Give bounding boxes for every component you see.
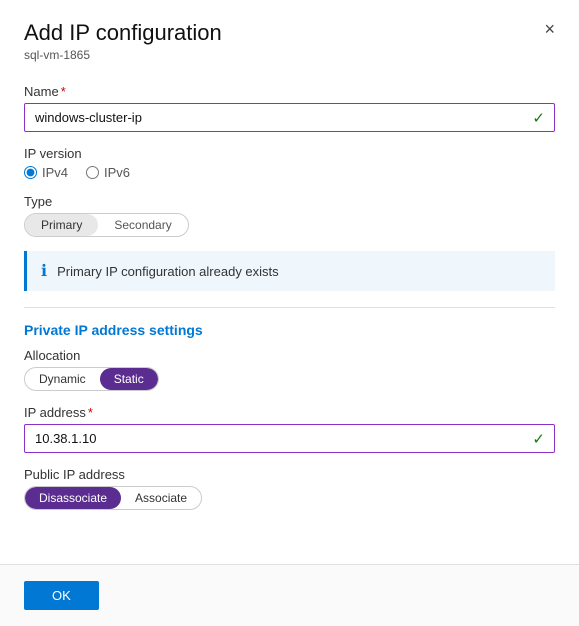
ok-button[interactable]: OK: [24, 581, 99, 610]
public-ip-disassociate-button[interactable]: Disassociate: [25, 487, 121, 509]
type-secondary-button[interactable]: Secondary: [98, 214, 187, 236]
ip-address-check-icon: ✓: [532, 430, 545, 448]
ipv4-radio-label[interactable]: IPv4: [24, 165, 68, 180]
ipv6-label: IPv6: [104, 165, 130, 180]
dialog-footer: OK: [0, 564, 579, 626]
type-toggle-group: Primary Secondary: [24, 213, 189, 237]
public-ip-group: Public IP address Disassociate Associate: [24, 467, 555, 510]
ip-address-group: IP address* ✓: [24, 405, 555, 453]
ipv4-label: IPv4: [42, 165, 68, 180]
ip-address-input[interactable]: [24, 424, 555, 453]
ip-version-group: IP version IPv4 IPv6: [24, 146, 555, 180]
ip-address-label: IP address*: [24, 405, 555, 420]
public-ip-label: Public IP address: [24, 467, 555, 482]
ipv6-radio[interactable]: [86, 166, 99, 179]
name-check-icon: ✓: [532, 109, 545, 127]
ipv4-radio[interactable]: [24, 166, 37, 179]
add-ip-configuration-dialog: Add IP configuration sql-vm-1865 × Name*…: [0, 0, 579, 626]
name-input[interactable]: [24, 103, 555, 132]
name-label: Name*: [24, 84, 555, 99]
name-field-group: Name* ✓: [24, 84, 555, 132]
dialog-body: Name* ✓ IP version IPv4 IPv6 Type: [0, 68, 579, 564]
info-box: ℹ Primary IP configuration already exist…: [24, 251, 555, 291]
allocation-group: Allocation Dynamic Static: [24, 348, 555, 391]
type-primary-button[interactable]: Primary: [25, 214, 98, 236]
public-ip-associate-button[interactable]: Associate: [121, 487, 201, 509]
info-icon: ℹ: [41, 261, 47, 281]
public-ip-toggle-group: Disassociate Associate: [24, 486, 202, 510]
ip-version-label: IP version: [24, 146, 555, 161]
allocation-dynamic-button[interactable]: Dynamic: [25, 368, 100, 390]
private-ip-section-title: Private IP address settings: [24, 322, 555, 338]
divider: [24, 307, 555, 308]
dialog-header: Add IP configuration sql-vm-1865 ×: [0, 0, 579, 68]
type-group: Type Primary Secondary: [24, 194, 555, 237]
dialog-title: Add IP configuration: [24, 20, 555, 46]
ipv6-radio-label[interactable]: IPv6: [86, 165, 130, 180]
allocation-toggle-group: Dynamic Static: [24, 367, 159, 391]
type-label: Type: [24, 194, 555, 209]
info-message: Primary IP configuration already exists: [57, 264, 279, 279]
name-input-wrapper: ✓: [24, 103, 555, 132]
ip-address-input-wrapper: ✓: [24, 424, 555, 453]
ip-version-radio-group: IPv4 IPv6: [24, 165, 555, 180]
dialog-subtitle: sql-vm-1865: [24, 48, 555, 62]
close-button[interactable]: ×: [538, 18, 561, 40]
allocation-static-button[interactable]: Static: [100, 368, 158, 390]
allocation-label: Allocation: [24, 348, 555, 363]
